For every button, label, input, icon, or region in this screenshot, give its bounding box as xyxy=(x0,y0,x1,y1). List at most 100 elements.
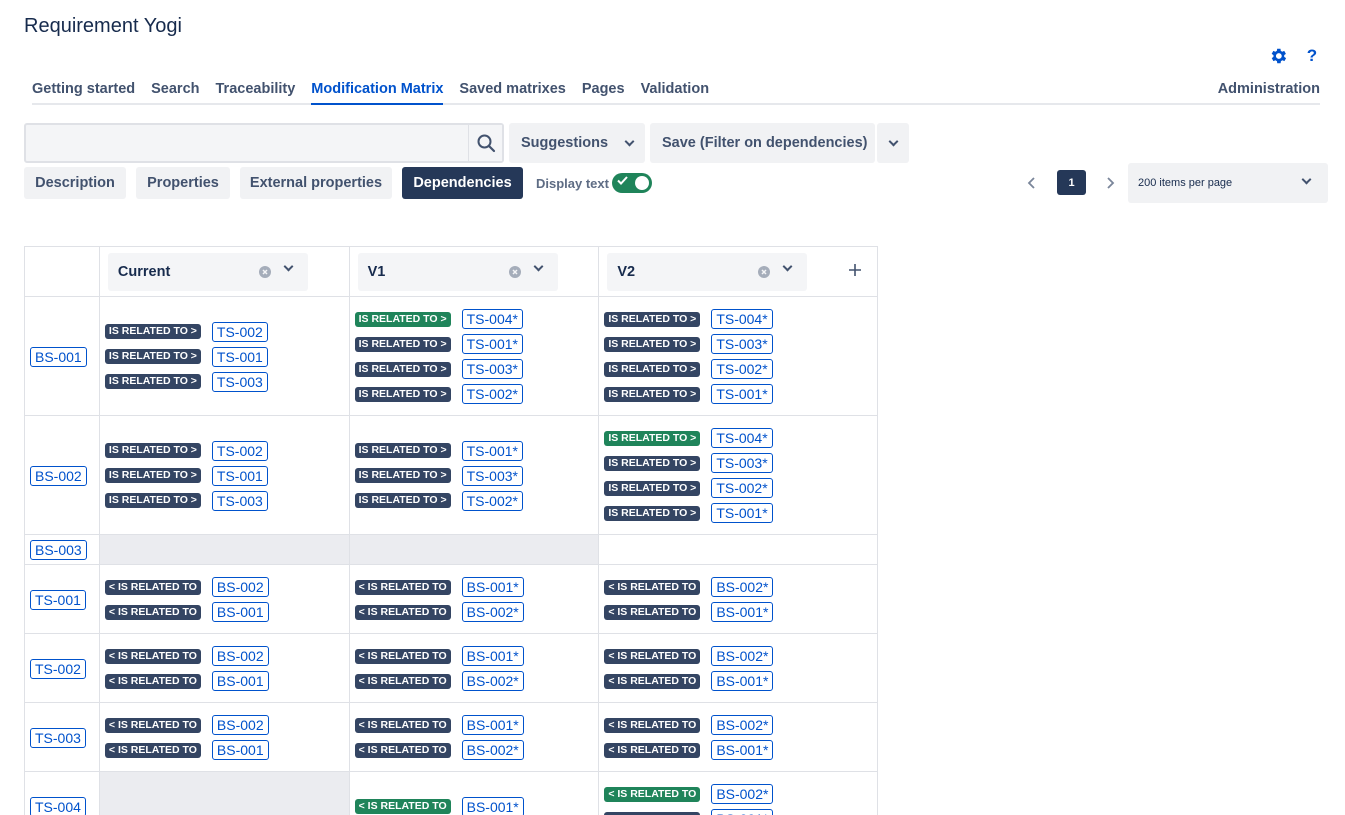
tab-traceability[interactable]: Traceability xyxy=(216,79,296,103)
dependency-key-link[interactable]: TS-004* xyxy=(711,309,773,329)
search-button[interactable] xyxy=(468,125,502,161)
dependency-key-link[interactable]: BS-001* xyxy=(461,715,524,735)
relation-lozenge: IS RELATED TO > xyxy=(354,493,451,508)
chevron-down-icon[interactable] xyxy=(782,261,793,272)
dependency-key-link[interactable]: TS-002* xyxy=(711,478,773,498)
items-per-page-select[interactable]: 200 items per page xyxy=(1128,163,1328,203)
dependency-key-link[interactable]: TS-003 xyxy=(211,490,268,511)
relation-lozenge: < IS RELATED TO xyxy=(354,604,451,620)
dependency-key-link[interactable]: TS-001* xyxy=(711,503,773,523)
dependency-key-link[interactable]: TS-003* xyxy=(711,453,773,473)
dependency-key-link[interactable]: TS-003* xyxy=(461,359,523,379)
column-header-v1[interactable]: V1 xyxy=(357,253,558,291)
requirement-key-link[interactable]: BS-003 xyxy=(30,540,87,560)
dependency-key-link[interactable]: BS-002* xyxy=(461,602,524,622)
dependency-key-link[interactable]: TS-002 xyxy=(211,440,268,461)
dependency-key-link[interactable]: BS-002 xyxy=(211,577,269,597)
dependency-item: < IS RELATED TO BS-001* xyxy=(354,715,524,735)
dependency-key-link[interactable]: BS-001* xyxy=(711,740,774,760)
matrix-cell: IS RELATED TO > TS-002 IS RELATED TO > TS-0… xyxy=(98,416,349,534)
dependency-key-link[interactable]: BS-001* xyxy=(711,602,774,622)
dependency-item: IS RELATED TO > TS-001 xyxy=(104,346,268,367)
remove-column-icon[interactable] xyxy=(258,266,271,278)
dependency-key-link[interactable]: BS-002 xyxy=(211,715,269,735)
view-properties-button[interactable]: Properties xyxy=(136,167,230,199)
tab-getting-started[interactable]: Getting started xyxy=(32,79,135,103)
gear-icon[interactable] xyxy=(1267,45,1289,67)
column-header-current[interactable]: Current xyxy=(107,253,308,291)
dependency-key-link[interactable]: BS-002* xyxy=(711,784,774,804)
matrix-cell: IS RELATED TO > TS-004* IS RELATED TO > TS-… xyxy=(348,297,599,415)
suggestions-label: Suggestions xyxy=(521,135,609,151)
search-input[interactable] xyxy=(24,123,504,163)
dependency-key-link[interactable]: TS-004* xyxy=(711,428,773,448)
requirement-key-link[interactable]: TS-002 xyxy=(30,658,86,679)
pager-prev-button[interactable] xyxy=(1026,176,1036,190)
dependency-key-link[interactable]: TS-001* xyxy=(461,440,523,461)
dependency-item: IS RELATED TO > TS-003* xyxy=(604,334,773,354)
dependency-key-link[interactable]: TS-002* xyxy=(461,384,523,404)
tab-pages[interactable]: Pages xyxy=(582,79,625,103)
dependency-key-link[interactable]: BS-002* xyxy=(461,671,524,691)
dependency-key-link[interactable]: BS-001 xyxy=(211,671,269,691)
pager-next-button[interactable] xyxy=(1106,176,1116,190)
dependency-key-link[interactable]: BS-001* xyxy=(461,646,524,666)
dependency-key-link[interactable]: BS-001* xyxy=(711,671,774,691)
tab-validation[interactable]: Validation xyxy=(641,79,710,103)
remove-column-icon[interactable] xyxy=(758,266,771,278)
matrix-cell: < IS RELATED TO BS-002 < IS RELATED TO BS-0… xyxy=(98,565,349,633)
tab-administration[interactable]: Administration xyxy=(1218,79,1320,103)
tab-modification-matrix[interactable]: Modification Matrix xyxy=(311,79,444,105)
dependency-item: < IS RELATED TO BS-001* xyxy=(604,740,774,760)
dependency-key-link[interactable]: BS-002* xyxy=(711,715,774,735)
requirement-key-link[interactable]: TS-001 xyxy=(30,589,86,610)
relation-lozenge: IS RELATED TO > xyxy=(354,443,451,458)
dependency-key-link[interactable]: BS-002* xyxy=(711,577,774,597)
requirement-key-link[interactable]: BS-002 xyxy=(30,465,87,486)
tab-saved-matrixes[interactable]: Saved matrixes xyxy=(459,79,565,103)
dependency-key-link[interactable]: TS-001* xyxy=(711,384,773,404)
dependency-key-link[interactable]: TS-004* xyxy=(461,309,523,329)
view-dependencies-button[interactable]: Dependencies xyxy=(402,167,523,199)
dependency-key-link[interactable]: BS-001* xyxy=(711,809,774,815)
dependency-key-link[interactable]: BS-001* xyxy=(461,796,524,815)
dependency-key-link[interactable]: TS-002 xyxy=(211,321,268,342)
display-text-toggle[interactable] xyxy=(612,173,652,193)
dependency-key-link[interactable]: TS-002* xyxy=(461,490,523,511)
save-button[interactable]: Save (Filter on dependencies) xyxy=(650,123,875,163)
dependency-key-link[interactable]: BS-001 xyxy=(211,740,269,760)
requirement-key-link[interactable]: TS-004 xyxy=(30,796,86,815)
dependency-key-link[interactable]: TS-001* xyxy=(461,334,523,354)
chevron-down-icon[interactable] xyxy=(533,261,544,272)
dependency-key-link[interactable]: BS-001 xyxy=(211,602,269,622)
dependency-key-link[interactable]: TS-002* xyxy=(711,359,773,379)
dependency-key-link[interactable]: TS-001 xyxy=(211,465,268,486)
tab-search[interactable]: Search xyxy=(151,79,199,103)
suggestions-button[interactable]: Suggestions xyxy=(509,123,645,163)
view-external-properties-button[interactable]: External properties xyxy=(240,167,392,199)
dependency-key-link[interactable]: TS-003* xyxy=(711,334,773,354)
column-header-v2[interactable]: V2 xyxy=(607,253,808,291)
relation-lozenge: IS RELATED TO > xyxy=(604,430,701,446)
column-header-cell: Current xyxy=(98,247,349,296)
pager-page-current[interactable]: 1 xyxy=(1057,170,1086,195)
view-description-button[interactable]: Description xyxy=(24,167,126,199)
matrix-cell: < IS RELATED TO BS-002 < IS RELATED TO BS-0… xyxy=(98,703,349,771)
dependency-key-link[interactable]: TS-003 xyxy=(211,371,268,392)
requirement-key-link[interactable]: TS-003 xyxy=(30,727,86,748)
add-column-icon[interactable] xyxy=(847,262,863,278)
dependency-key-link[interactable]: BS-002 xyxy=(211,646,269,666)
dependency-key-link[interactable]: TS-001 xyxy=(211,346,268,367)
dependency-key-link[interactable]: TS-003* xyxy=(461,465,523,486)
dependency-key-link[interactable]: BS-002* xyxy=(711,646,774,666)
save-options-button[interactable] xyxy=(877,123,909,163)
chevron-down-icon[interactable] xyxy=(283,261,294,272)
matrix-cell xyxy=(98,772,349,815)
help-icon[interactable]: ? xyxy=(1303,46,1321,66)
dependency-key-link[interactable]: BS-001* xyxy=(461,577,524,597)
requirement-key-link[interactable]: BS-001 xyxy=(30,346,87,367)
remove-column-icon[interactable] xyxy=(508,266,521,278)
dependency-key-link[interactable]: BS-002* xyxy=(461,740,524,760)
relation-lozenge: < IS RELATED TO xyxy=(354,742,451,758)
relation-lozenge: < IS RELATED TO xyxy=(604,811,701,815)
